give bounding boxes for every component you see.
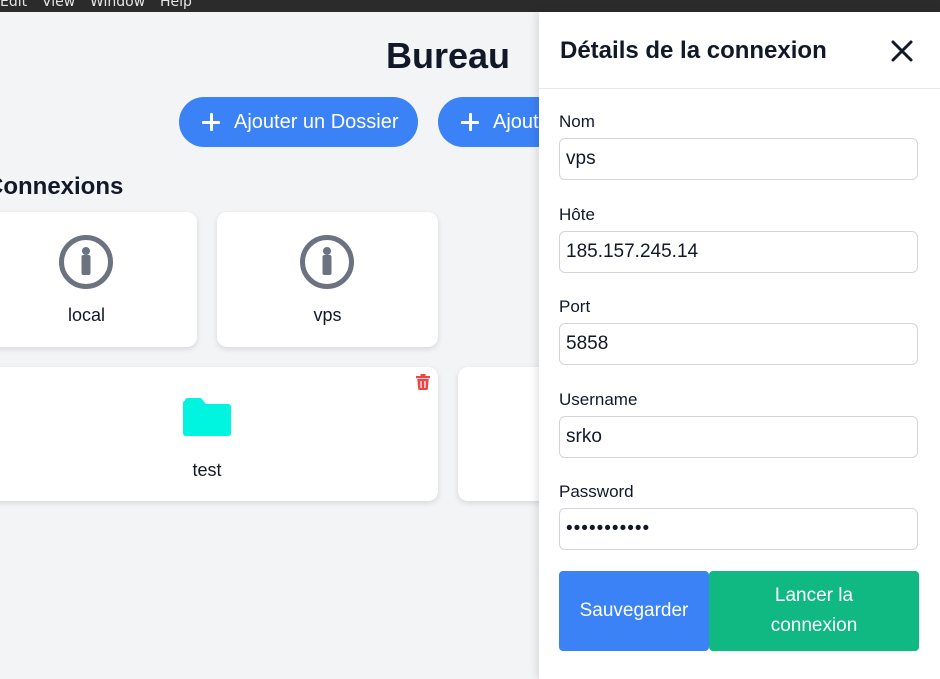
menu-window[interactable]: Window xyxy=(90,0,145,10)
add-folder-label: Ajouter un Dossier xyxy=(234,110,399,133)
connection-details-panel: Détails de la connexion Nom Hôte Port Us… xyxy=(539,12,940,679)
username-field[interactable] xyxy=(559,416,918,458)
add-connection-label: Ajout xyxy=(493,110,539,133)
port-label: Port xyxy=(559,297,591,316)
menu-bar: Edit View Window Help xyxy=(0,0,940,12)
connection-label: vps xyxy=(313,305,342,325)
connection-card-local[interactable]: local xyxy=(0,212,197,347)
panel-title: Détails de la connexion xyxy=(560,37,827,64)
save-button[interactable]: Sauvegarder xyxy=(559,571,709,651)
name-field[interactable] xyxy=(559,138,918,180)
launch-connection-button[interactable]: Lancer la connexion xyxy=(709,571,919,651)
password-field[interactable] xyxy=(559,508,918,550)
close-icon[interactable] xyxy=(889,38,915,64)
plus-icon xyxy=(461,113,479,131)
page-title: Bureau xyxy=(386,35,511,76)
info-icon xyxy=(59,235,113,289)
info-icon xyxy=(300,235,354,289)
folder-label: test xyxy=(192,460,222,480)
panel-header: Détails de la connexion xyxy=(539,12,940,89)
connection-card-vps[interactable]: vps xyxy=(217,212,438,347)
folder-card-test[interactable]: test xyxy=(0,367,438,501)
menu-edit[interactable]: Edit xyxy=(0,0,27,10)
folder-icon xyxy=(183,398,231,436)
host-field[interactable] xyxy=(559,231,918,273)
menu-view[interactable]: View xyxy=(42,0,75,10)
add-folder-button[interactable]: Ajouter un Dossier xyxy=(179,97,418,147)
trash-icon[interactable] xyxy=(416,374,430,390)
name-label: Nom xyxy=(559,112,595,131)
username-label: Username xyxy=(559,390,638,409)
password-label: Password xyxy=(559,482,634,501)
connection-label: local xyxy=(67,305,106,325)
host-label: Hôte xyxy=(559,205,595,224)
menu-help[interactable]: Help xyxy=(160,0,192,10)
plus-icon xyxy=(202,113,220,131)
connections-title: Connexions xyxy=(0,173,124,200)
port-field[interactable] xyxy=(559,323,918,365)
